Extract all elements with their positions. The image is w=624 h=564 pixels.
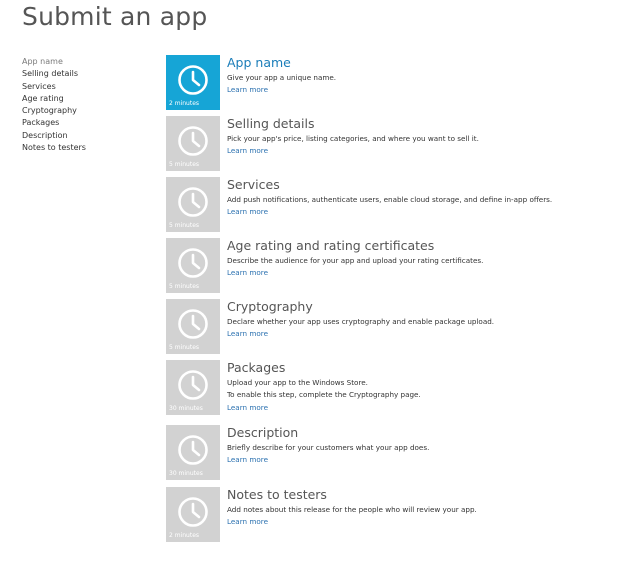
clock-icon <box>178 309 208 339</box>
description-line: Pick your app's price, listing categorie… <box>227 134 479 143</box>
duration-label: 5 minutes <box>169 222 200 229</box>
step-title[interactable]: Notes to testers <box>227 487 327 502</box>
step-selling-details: 5 minutes Selling details Pick your app'… <box>166 116 586 171</box>
learn-more-link[interactable]: Learn more <box>227 267 483 279</box>
sidebar-item-notes-to-testers[interactable]: Notes to testers <box>22 142 86 154</box>
step-title[interactable]: Selling details <box>227 116 315 131</box>
description-line: Add push notifications, authenticate use… <box>227 195 553 204</box>
step-title[interactable]: App name <box>227 55 291 70</box>
step-title[interactable]: Services <box>227 177 280 192</box>
step-description: Describe the audience for your app and u… <box>227 255 483 280</box>
clock-icon <box>178 435 208 465</box>
step-tile[interactable]: 2 minutes <box>166 55 220 110</box>
clock-icon <box>178 497 208 527</box>
learn-more-link[interactable]: Learn more <box>227 328 494 340</box>
step-tile[interactable]: 5 minutes <box>166 116 220 171</box>
clock-icon <box>178 187 208 217</box>
description-line: Upload your app to the Windows Store. <box>227 378 368 387</box>
sidebar-item-cryptography[interactable]: Cryptography <box>22 105 86 117</box>
description-line: To enable this step, complete the Crypto… <box>227 390 421 400</box>
step-description: Declare whether your app uses cryptograp… <box>227 316 494 341</box>
step-title[interactable]: Packages <box>227 360 285 375</box>
step-description: Briefly describe for your customers what… <box>227 442 429 467</box>
duration-label: 2 minutes <box>169 100 200 107</box>
sidebar-item-description[interactable]: Description <box>22 130 86 142</box>
sidebar-nav: App name Selling details Services Age ra… <box>22 56 86 154</box>
step-tile[interactable]: 5 minutes <box>166 299 220 354</box>
step-tile[interactable]: 5 minutes <box>166 238 220 293</box>
page-title: Submit an app <box>22 2 208 31</box>
duration-label: 5 minutes <box>169 161 200 168</box>
step-description: Give your app a unique name. Learn more <box>227 72 336 97</box>
description-line: Briefly describe for your customers what… <box>227 443 430 452</box>
clock-icon <box>178 370 208 400</box>
sidebar-item-packages[interactable]: Packages <box>22 117 86 129</box>
clock-icon <box>178 126 208 156</box>
step-tile[interactable]: 30 minutes <box>166 360 220 415</box>
clock-icon <box>178 65 208 95</box>
step-description: Add push notifications, authenticate use… <box>227 194 552 219</box>
step-notes-to-testers: 2 minutes Notes to testers Add notes abo… <box>166 487 586 542</box>
step-description: Upload your app to the Windows Store. To… <box>227 377 421 414</box>
step-app-name: 2 minutes App name Give your app a uniqu… <box>166 55 586 110</box>
step-title[interactable]: Description <box>227 425 298 440</box>
step-tile[interactable]: 5 minutes <box>166 177 220 232</box>
sidebar-item-app-name[interactable]: App name <box>22 56 86 68</box>
duration-label: 2 minutes <box>169 532 200 539</box>
step-description: Pick your app's price, listing categorie… <box>227 133 479 158</box>
step-services: 5 minutes Services Add push notification… <box>166 177 586 232</box>
step-title[interactable]: Age rating and rating certificates <box>227 238 434 253</box>
step-tile[interactable]: 2 minutes <box>166 487 220 542</box>
step-title[interactable]: Cryptography <box>227 299 313 314</box>
description-line: Describe the audience for your app and u… <box>227 256 484 265</box>
step-cryptography: 5 minutes Cryptography Declare whether y… <box>166 299 586 354</box>
step-age-rating: 5 minutes Age rating and rating certific… <box>166 238 586 293</box>
sidebar-item-age-rating[interactable]: Age rating <box>22 93 86 105</box>
learn-more-link[interactable]: Learn more <box>227 402 421 414</box>
learn-more-link[interactable]: Learn more <box>227 454 429 466</box>
step-packages: 30 minutes Packages Upload your app to t… <box>166 360 586 415</box>
description-line: Add notes about this release for the peo… <box>227 505 477 514</box>
step-description: Add notes about this release for the peo… <box>227 504 477 529</box>
learn-more-link[interactable]: Learn more <box>227 145 479 157</box>
learn-more-link[interactable]: Learn more <box>227 516 477 528</box>
learn-more-link[interactable]: Learn more <box>227 84 336 96</box>
description-line: Give your app a unique name. <box>227 73 337 82</box>
duration-label: 5 minutes <box>169 344 200 351</box>
learn-more-link[interactable]: Learn more <box>227 206 552 218</box>
step-description: 30 minutes Description Briefly describe … <box>166 425 586 480</box>
description-line: Declare whether your app uses cryptograp… <box>227 317 495 326</box>
duration-label: 30 minutes <box>169 405 203 412</box>
step-tile[interactable]: 30 minutes <box>166 425 220 480</box>
duration-label: 30 minutes <box>169 470 203 477</box>
clock-icon <box>178 248 208 278</box>
sidebar-item-selling-details[interactable]: Selling details <box>22 68 86 80</box>
duration-label: 5 minutes <box>169 283 200 290</box>
sidebar-item-services[interactable]: Services <box>22 81 86 93</box>
